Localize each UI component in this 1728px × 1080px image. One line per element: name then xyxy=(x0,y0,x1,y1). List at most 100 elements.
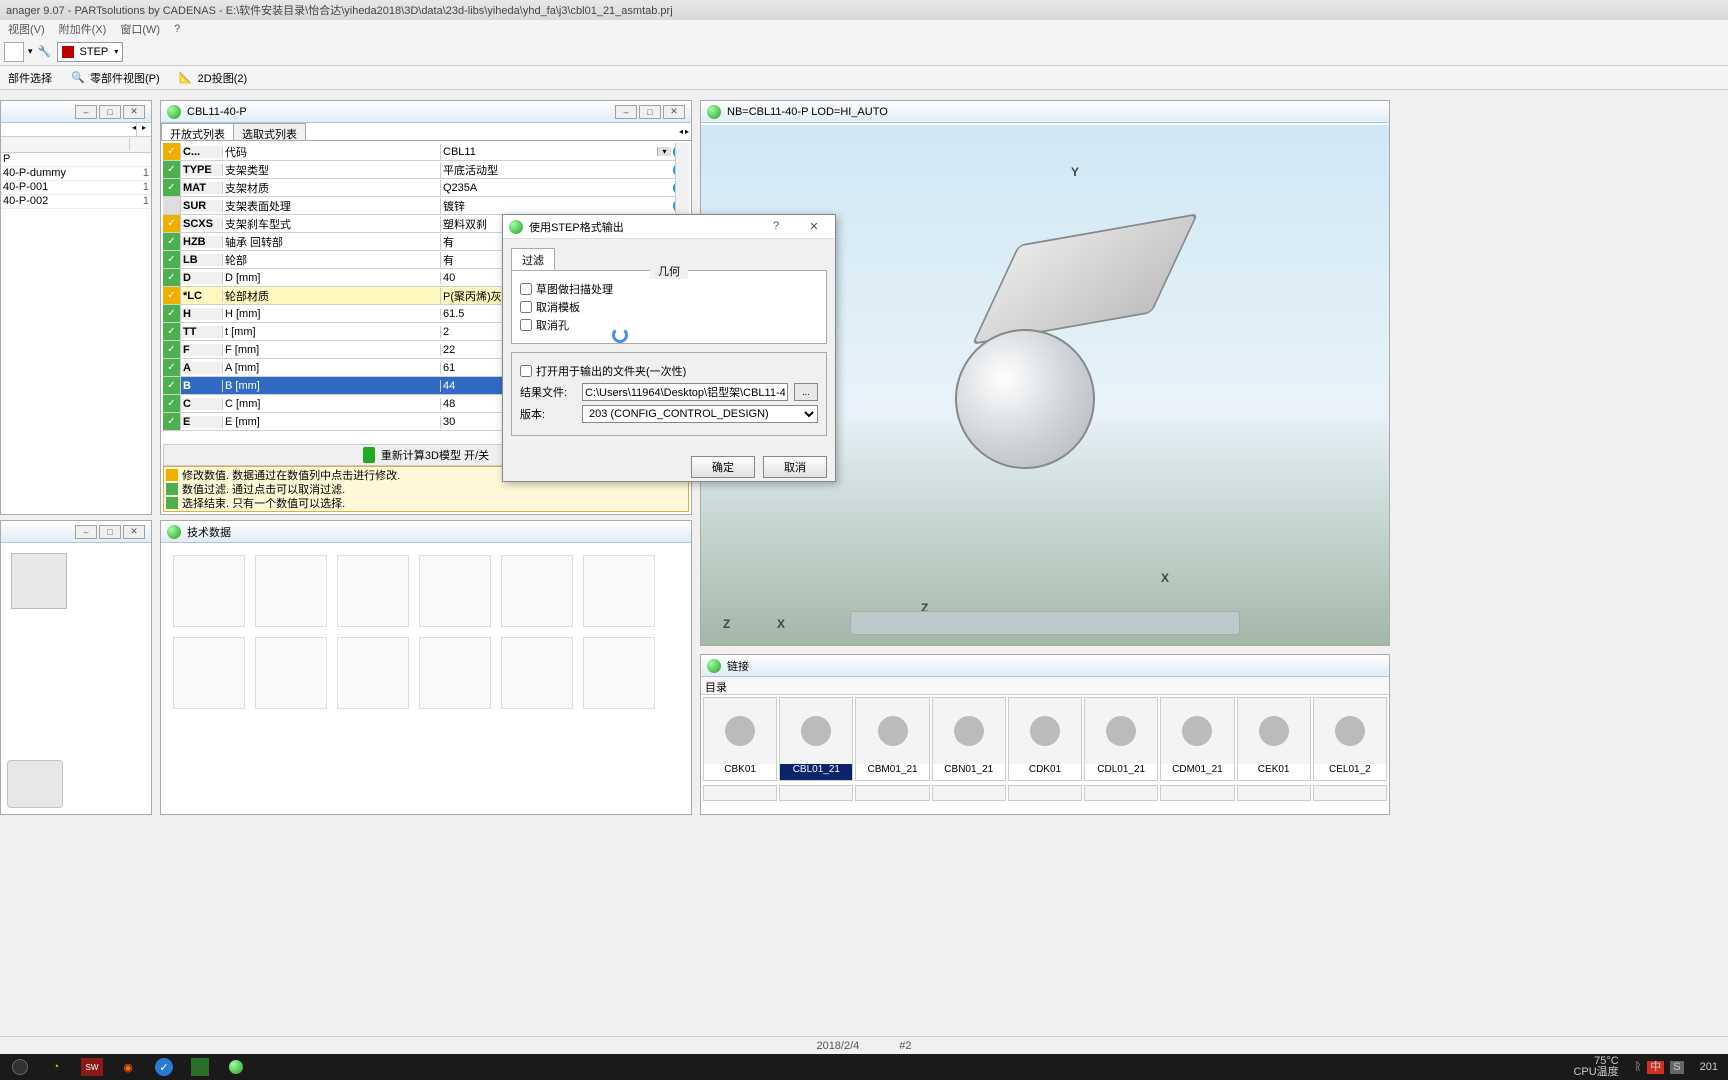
catalog-item[interactable]: CBN01_21 xyxy=(932,697,1006,781)
close-button[interactable]: ✕ xyxy=(123,105,145,119)
link-item[interactable] xyxy=(932,785,1006,801)
check-sketch-scan[interactable]: 草图做扫描处理 xyxy=(520,281,818,297)
link-item[interactable] xyxy=(779,785,853,801)
result-file-input[interactable] xyxy=(582,383,788,401)
catalog-item[interactable]: CEK01 xyxy=(1237,697,1311,781)
scroll-left-icon[interactable]: ◂ xyxy=(132,123,136,136)
ok-button[interactable]: 确定 xyxy=(691,456,755,478)
check-icon[interactable]: ✓ xyxy=(163,395,181,412)
catalog-item[interactable]: CEL01_2 xyxy=(1313,697,1387,781)
scroll-left-icon[interactable]: ◂ xyxy=(679,127,683,136)
check-icon[interactable]: ✓ xyxy=(163,269,181,286)
technical-drawings[interactable] xyxy=(163,545,689,812)
catalog-item[interactable]: CBL01_21 xyxy=(779,697,853,781)
close-button[interactable]: ✕ xyxy=(799,220,829,233)
structure-row[interactable]: P xyxy=(1,153,151,167)
help-button[interactable]: ? xyxy=(761,220,791,233)
menu-help[interactable]: ? xyxy=(174,23,180,35)
catalog-item[interactable]: CBK01 xyxy=(703,697,777,781)
close-button[interactable]: ✕ xyxy=(123,525,145,539)
close-button[interactable]: ✕ xyxy=(663,105,685,119)
tray-sogou-icon[interactable]: S xyxy=(1670,1061,1683,1074)
taskbar-app[interactable]: ✓ xyxy=(148,1056,180,1078)
system-tray[interactable]: 75°C CPU温度 xyxy=(1567,1056,1624,1078)
link-item[interactable] xyxy=(1008,785,1082,801)
param-row[interactable]: ✓TYPE支架类型平底活动型i xyxy=(163,161,689,179)
menu-window[interactable]: 窗口(W) xyxy=(120,21,160,37)
menu-addons[interactable]: 附加件(X) xyxy=(59,21,107,37)
link-item[interactable] xyxy=(855,785,929,801)
check-icon[interactable]: ✓ xyxy=(163,323,181,340)
minimize-button[interactable]: – xyxy=(615,105,637,119)
param-value[interactable]: Q235A xyxy=(441,182,671,194)
check-icon[interactable]: ✓ xyxy=(163,179,181,196)
link-item[interactable] xyxy=(1237,785,1311,801)
taskbar-app[interactable]: SW xyxy=(76,1056,108,1078)
tray-icon[interactable]: ᚱ xyxy=(1635,1062,1642,1073)
structure-row[interactable]: 40-P-0021 xyxy=(1,195,151,209)
menu-view[interactable]: 视图(V) xyxy=(8,21,45,37)
param-value[interactable]: CBL11 xyxy=(441,146,657,158)
2d-projection-button[interactable]: 📐2D投图(2) xyxy=(174,68,252,88)
check-icon[interactable]: ✓ xyxy=(163,341,181,358)
link-item[interactable] xyxy=(703,785,777,801)
catalog-item[interactable]: CDM01_21 xyxy=(1160,697,1234,781)
maximize-button[interactable]: □ xyxy=(99,105,121,119)
dialog-tab-filter[interactable]: 过滤 xyxy=(511,248,555,271)
tray-icons[interactable]: ᚱ 中 S xyxy=(1629,1061,1690,1074)
param-row[interactable]: ✓MAT支架材质Q235Ai xyxy=(163,179,689,197)
minimize-button[interactable]: – xyxy=(75,525,97,539)
structure-row[interactable]: 40-P-dummy1 xyxy=(1,167,151,181)
taskbar-app[interactable] xyxy=(220,1056,252,1078)
check-icon[interactable] xyxy=(163,197,181,214)
link-item[interactable] xyxy=(1313,785,1387,801)
param-row[interactable]: SUR支架表面处理镀锌i xyxy=(163,197,689,215)
param-value[interactable]: 镀锌 xyxy=(441,198,671,214)
tab-select-list[interactable]: 选取式列表 xyxy=(233,123,306,140)
checkbox[interactable] xyxy=(520,301,532,313)
link-item[interactable] xyxy=(1084,785,1158,801)
minimize-button[interactable]: – xyxy=(75,105,97,119)
check-cancel-hole[interactable]: 取消孔 xyxy=(520,317,818,333)
taskbar-app[interactable]: ◔ xyxy=(40,1056,72,1078)
check-icon[interactable]: ✓ xyxy=(163,143,181,160)
part-view-button[interactable]: 🔍零部件视图(P) xyxy=(66,68,164,88)
checkbox[interactable] xyxy=(520,319,532,331)
check-icon[interactable]: ✓ xyxy=(163,377,181,394)
structure-row[interactable]: 40-P-0011 xyxy=(1,181,151,195)
3d-view-toolbar[interactable] xyxy=(850,611,1240,635)
maximize-button[interactable]: □ xyxy=(99,525,121,539)
check-icon[interactable]: ✓ xyxy=(163,413,181,430)
catalog-item[interactable]: CDL01_21 xyxy=(1084,697,1158,781)
dialog-titlebar[interactable]: 使用STEP格式输出 ? ✕ xyxy=(503,215,835,239)
dropdown-arrow-icon[interactable]: ▾ xyxy=(28,46,33,57)
check-open-folder[interactable]: 打开用于输出的文件夹(一次性) xyxy=(520,363,818,379)
maximize-button[interactable]: □ xyxy=(639,105,661,119)
link-item[interactable] xyxy=(1160,785,1234,801)
catalog-item[interactable]: CBM01_21 xyxy=(855,697,929,781)
check-icon[interactable]: ✓ xyxy=(163,215,181,232)
wrench-icon[interactable]: 🔧 xyxy=(37,44,53,60)
tray-ime-icon[interactable]: 中 xyxy=(1647,1061,1664,1074)
step-format-selector[interactable]: STEP ▾ xyxy=(57,42,124,62)
taskbar-clock[interactable]: 201 xyxy=(1694,1062,1724,1073)
checkbox[interactable] xyxy=(520,365,532,377)
check-icon[interactable]: ✓ xyxy=(163,233,181,250)
catalog-item[interactable]: CDK01 xyxy=(1008,697,1082,781)
tab-open-list[interactable]: 开放式列表 xyxy=(161,123,234,140)
toolbar-input[interactable] xyxy=(4,42,24,62)
check-icon[interactable]: ✓ xyxy=(163,305,181,322)
taskbar-app[interactable]: ◉ xyxy=(112,1056,144,1078)
check-cancel-template[interactable]: 取消模板 xyxy=(520,299,818,315)
check-icon[interactable]: ✓ xyxy=(163,287,181,304)
part-selection-button[interactable]: 部件选择 xyxy=(4,68,56,88)
scroll-right-icon[interactable]: ▸ xyxy=(685,127,689,136)
param-value[interactable]: 平底活动型 xyxy=(441,162,671,178)
taskbar-app[interactable] xyxy=(184,1056,216,1078)
cancel-button[interactable]: 取消 xyxy=(763,456,827,478)
check-icon[interactable]: ✓ xyxy=(163,251,181,268)
check-icon[interactable]: ✓ xyxy=(163,161,181,178)
taskbar-start[interactable] xyxy=(4,1056,36,1078)
browse-button[interactable]: ... xyxy=(794,383,818,401)
check-icon[interactable]: ✓ xyxy=(163,359,181,376)
